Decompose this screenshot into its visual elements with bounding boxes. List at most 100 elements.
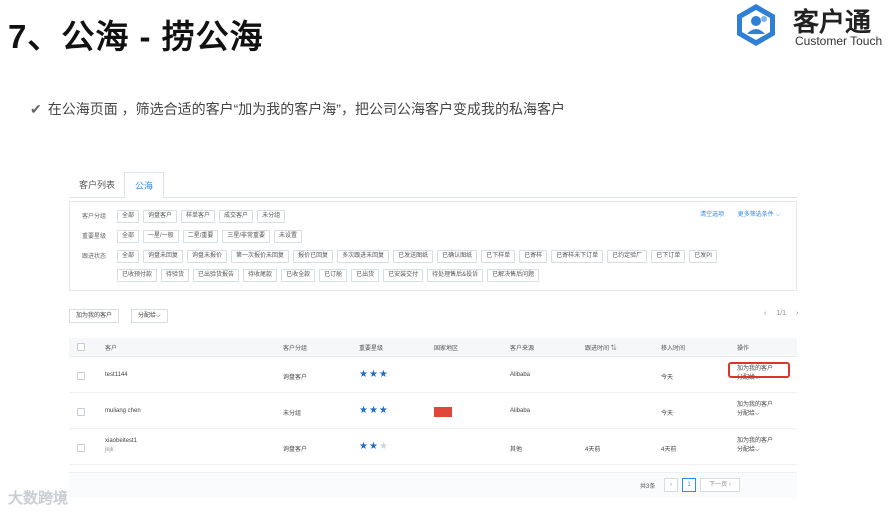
next-page-icon[interactable]: › (796, 310, 798, 317)
next-page-button[interactable]: 下一页 › (700, 478, 740, 492)
filter-chip[interactable]: 已下样单 (481, 250, 516, 263)
table-row: xiaobeitest1 jkjk 询盘客户 ★★★ 其他 4天前 4天前 加为… (69, 430, 797, 465)
filter-chip[interactable]: 二星/重要 (182, 230, 219, 243)
customer-source: Alibaba (510, 372, 531, 378)
col-country: 国家地区 (434, 346, 459, 352)
pager-top: ‹ 1/1 › (756, 310, 798, 317)
filter-chip[interactable]: 报价已回复 (293, 250, 334, 263)
row-checkbox[interactable] (77, 444, 85, 452)
moved-time: 今天 (661, 411, 674, 417)
prev-page-icon[interactable]: ‹ (764, 310, 766, 317)
intro-text: ✔ 在公海页面 ，筛选合适的客户“加为我的客户海”，把公司公海客户变成我的私海客户 (30, 99, 565, 119)
col-moved-time: 移入时间 (661, 346, 686, 352)
filter-links: 清空选项 更多筛选条件 ⌵ (688, 209, 780, 219)
page-1-button[interactable]: 1 (682, 478, 696, 492)
filter-chip[interactable]: 第一次报价未回复 (231, 250, 290, 263)
table-row: muliang chen 未分组 ★★★ Alibaba 今天 加为我的客户 分… (69, 394, 797, 429)
filter-chip[interactable]: 询盘未报价 (187, 250, 228, 263)
filter-chip[interactable]: 未分组 (257, 210, 286, 223)
highlight-box (728, 362, 790, 378)
filter-chip[interactable]: 多次跟进未回复 (337, 250, 390, 263)
more-filters-link[interactable]: 更多筛选条件 ⌵ (738, 212, 780, 218)
filter-label: 客户分组 (82, 214, 107, 220)
check-icon: ✔ (30, 101, 42, 117)
filter-chip[interactable]: 成交客户 (219, 210, 254, 223)
filter-chips: 已收预付款 待验货 已出验货报告 待收尾款 已收全款 已订舱 已出货 已安装交付 待处理售后&投… (117, 269, 540, 282)
filter-chip[interactable]: 已发送图纸 (393, 250, 434, 263)
filter-chip[interactable]: 待验货 (161, 269, 190, 282)
customer-source: Alibaba (510, 408, 531, 414)
row-actions: 加为我的客户 分配给⌵ (737, 401, 773, 419)
filter-panel: 清空选项 更多筛选条件 ⌵ 客户分组 全部 询盘客户 样单客户 成交客户 未分组 重要星… (69, 201, 797, 291)
filter-chip[interactable]: 全部 (117, 250, 140, 263)
customer-touch-logo-icon (737, 4, 775, 46)
table-row: test1144 询盘客户 ★★★ Alibaba 今天 加为我的客户 分配给⌵ (69, 358, 797, 393)
page-indicator: 1/1 (776, 310, 787, 317)
watermark: 大数跨境 (8, 490, 69, 507)
add-to-mine-link[interactable]: 加为我的客户 (737, 401, 773, 410)
tab-public-sea[interactable]: 公海 (124, 172, 165, 199)
assign-link[interactable]: 分配给⌵ (737, 446, 773, 455)
total-count: 共3条 (640, 484, 656, 490)
customer-group: 未分组 (283, 411, 302, 417)
select-all-checkbox[interactable] (77, 343, 85, 351)
col-source: 客户来源 (510, 346, 535, 352)
filter-chip[interactable]: 询盘客户 (143, 210, 178, 223)
star-rating: ★★★ (359, 405, 389, 416)
intro-label: 在公海页面 ，筛选合适的客户“加为我的客户海”，把公司公海客户变成我的私海客户 (47, 101, 565, 117)
customer-subname: jkjk (105, 447, 114, 453)
filter-chip[interactable]: 待收尾款 (243, 269, 278, 282)
customer-name[interactable]: test1144 (105, 372, 128, 378)
filter-chip[interactable]: 待处理售后&投诉 (427, 269, 484, 282)
filter-chip[interactable]: 已下订单 (651, 250, 686, 263)
tab-bar: 客户列表 公海 (69, 172, 797, 199)
filter-chip[interactable]: 已发PI (689, 250, 717, 263)
filter-chips: 全部 询盘未回复 询盘未报价 第一次报价未回复 报价已回复 多次跟进未回复 已发送图纸 已确认… (117, 250, 717, 263)
filter-chip[interactable]: 询盘未回复 (143, 250, 184, 263)
customer-name[interactable]: xiaobeitest1 (105, 438, 137, 444)
assign-link[interactable]: 分配给⌵ (737, 410, 773, 419)
col-stars: 重要星级 (359, 346, 384, 352)
filter-chip[interactable]: 已解决售后问题 (487, 269, 540, 282)
page-title: 7、公海 - 捞公海 (8, 18, 264, 55)
filter-chip[interactable]: 已出验货报告 (193, 269, 240, 282)
filter-chip[interactable]: 已订舱 (319, 269, 348, 282)
tab-customer-list[interactable]: 客户列表 (69, 172, 125, 198)
customer-group: 询盘客户 (283, 375, 308, 381)
filter-chip[interactable]: 全部 (117, 210, 140, 223)
col-follow-time[interactable]: 跟进时间 ⇅ (585, 343, 617, 352)
filter-chip[interactable]: 已安装交付 (383, 269, 424, 282)
filter-chip[interactable]: 未设置 (274, 230, 303, 243)
pagination-bar: 共3条 ‹ 1 下一页 › (69, 472, 797, 498)
filter-chip[interactable]: 三星/非常重要 (222, 230, 271, 243)
filter-chip[interactable]: 已确认图纸 (437, 250, 478, 263)
filter-chip[interactable]: 全部 (117, 230, 140, 243)
brand-subtitle: Customer Touch (795, 34, 883, 48)
table-header: 客户 客户分组 重要星级 国家地区 客户来源 跟进时间 ⇅ 移入时间 操作 (69, 338, 797, 357)
clear-filters-link[interactable]: 清空选项 (700, 212, 724, 218)
filter-chip[interactable]: 已约定验厂 (607, 250, 648, 263)
customer-name[interactable]: muliang chen (105, 408, 141, 414)
prev-page-button[interactable]: ‹ (664, 478, 678, 492)
star-rating: ★★★ (359, 369, 389, 380)
filter-label: 跟进状态 (82, 254, 107, 260)
filter-chip[interactable]: 一星/一般 (143, 230, 179, 243)
row-checkbox[interactable] (77, 408, 85, 416)
add-to-mine-button[interactable]: 加为我的客户 (69, 309, 120, 323)
country-flag-icon (434, 407, 452, 417)
customer-source: 其他 (510, 447, 523, 453)
col-actions: 操作 (737, 346, 750, 352)
filter-chip[interactable]: 已寄样 (519, 250, 548, 263)
follow-time: 4天前 (585, 447, 601, 453)
filter-chip[interactable]: 已出货 (351, 269, 380, 282)
filter-chip[interactable]: 已寄样未下订单 (551, 250, 604, 263)
add-to-mine-link[interactable]: 加为我的客户 (737, 437, 773, 446)
star-rating: ★★★ (359, 441, 389, 452)
assign-dropdown[interactable]: 分配给⌵ (131, 309, 168, 323)
filter-chip[interactable]: 已收全款 (281, 269, 316, 282)
row-checkbox[interactable] (77, 372, 85, 380)
filter-chip[interactable]: 样单客户 (181, 210, 216, 223)
customer-group: 询盘客户 (283, 447, 308, 453)
filter-chip[interactable]: 已收预付款 (117, 269, 158, 282)
moved-time: 4天前 (661, 447, 677, 453)
